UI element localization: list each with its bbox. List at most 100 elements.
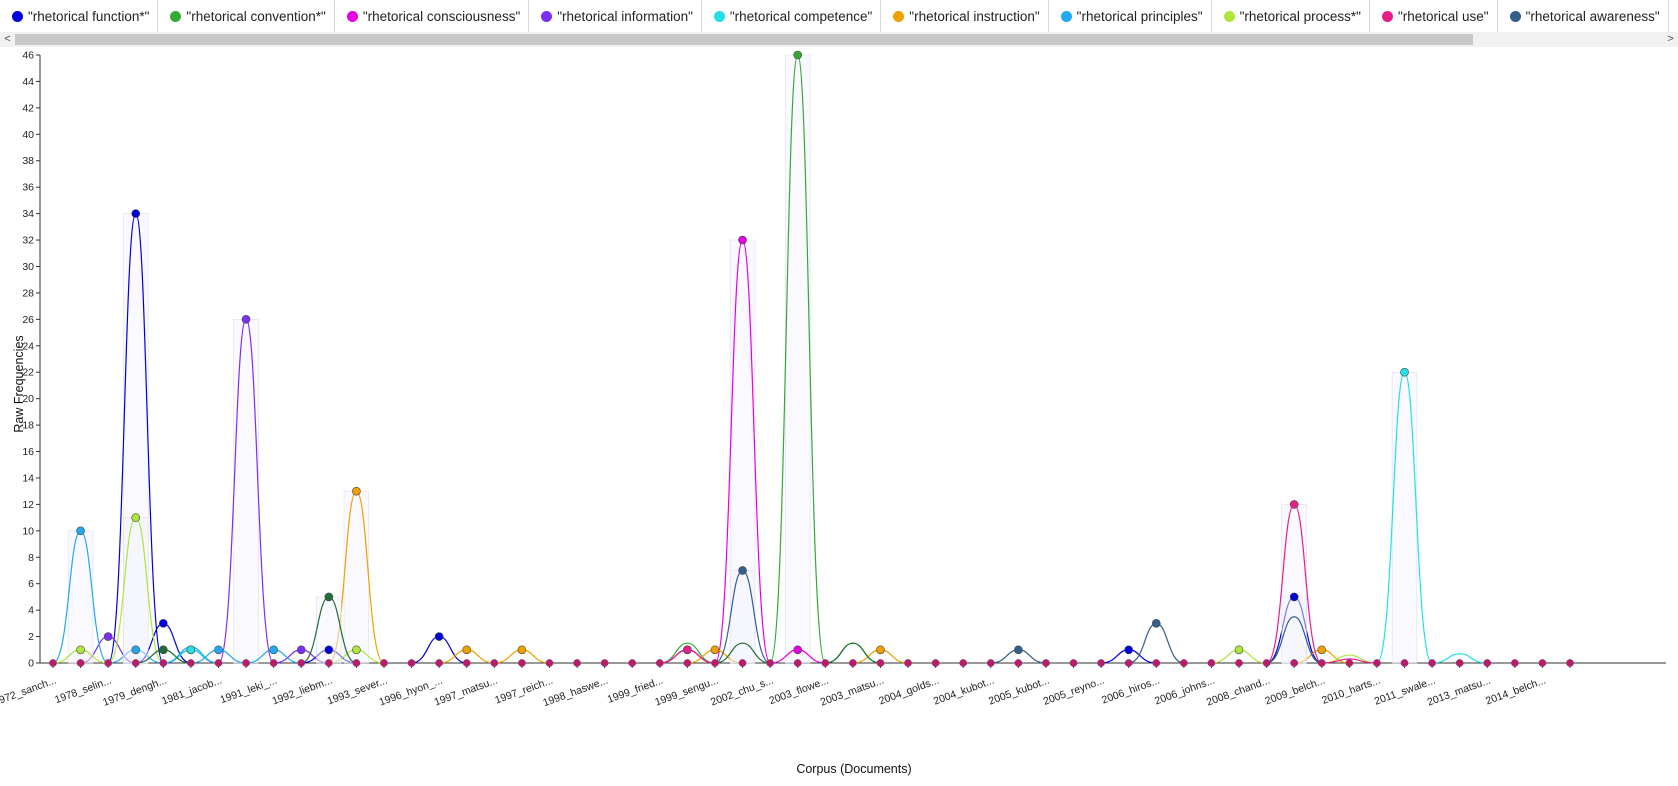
data-point[interactable] [793,645,803,655]
legend-item[interactable]: "rhetorical convention*" [158,0,335,32]
zero-data-point[interactable] [159,659,168,667]
zero-data-point[interactable] [1014,659,1023,667]
zero-data-point[interactable] [435,659,443,667]
zero-data-point[interactable] [1042,659,1050,667]
zero-data-point[interactable] [104,659,113,667]
zero-data-point[interactable] [931,659,940,667]
legend-item[interactable]: "rhetorical consciousness" [335,0,530,32]
data-point[interactable] [76,526,85,536]
zero-data-point[interactable] [1235,659,1243,667]
zero-data-point[interactable] [738,659,747,667]
data-point[interactable] [269,645,278,655]
legend-item[interactable]: "rhetorical competence" [702,0,882,32]
data-point[interactable] [1289,500,1299,509]
zero-data-point[interactable] [1180,659,1188,667]
zero-data-point[interactable] [1510,659,1519,667]
data-point[interactable] [76,645,85,655]
data-point[interactable] [214,645,223,655]
data-point[interactable] [1289,592,1299,602]
zero-data-point[interactable] [131,659,140,667]
data-point[interactable] [241,315,251,324]
zero-data-point[interactable] [1152,659,1161,667]
zero-data-point[interactable] [986,659,995,667]
zero-data-point[interactable] [876,659,885,667]
zero-data-point[interactable] [324,659,333,667]
zero-data-point[interactable] [573,659,581,667]
scroll-thumb[interactable] [15,34,1473,45]
data-point[interactable] [1124,645,1133,655]
zero-data-point[interactable] [490,659,499,667]
zero-data-point[interactable] [187,659,195,667]
zero-data-point[interactable] [655,659,664,667]
data-point[interactable] [131,513,141,522]
data-point[interactable] [131,209,141,218]
zero-data-point[interactable] [821,659,830,667]
zero-data-point[interactable] [352,659,361,667]
zero-data-point[interactable] [1262,659,1271,667]
zero-data-point[interactable] [766,659,774,667]
zero-data-point[interactable] [849,659,857,667]
zero-data-point[interactable] [297,659,306,667]
data-point[interactable] [296,645,306,655]
zero-data-point[interactable] [683,659,692,667]
legend-scrollbar[interactable]: < > [0,32,1678,47]
zero-data-point[interactable] [407,659,416,667]
legend-item[interactable]: "rhetorical function*" [0,0,159,32]
scroll-left-arrow-icon[interactable]: < [0,32,15,47]
zero-data-point[interactable] [380,659,388,667]
data-point[interactable] [103,632,113,641]
zero-data-point[interactable] [959,659,968,667]
data-point[interactable] [1400,367,1409,377]
data-point[interactable] [738,235,747,245]
data-point[interactable] [1151,619,1161,628]
data-point[interactable] [159,645,168,655]
data-point[interactable] [710,645,720,655]
data-point[interactable] [1234,645,1244,655]
zero-data-point[interactable] [1124,659,1133,667]
data-point[interactable] [131,645,141,655]
zero-data-point[interactable] [793,659,802,667]
zero-data-point[interactable] [1345,659,1354,667]
data-point[interactable] [683,645,692,655]
data-point[interactable] [876,645,885,655]
zero-data-point[interactable] [1455,659,1464,667]
zero-data-point[interactable] [269,659,278,667]
data-point[interactable] [517,645,527,655]
zero-data-point[interactable] [1400,659,1409,667]
zero-data-point[interactable] [1483,659,1492,667]
legend-item[interactable]: "rhetorical awareness" [1498,0,1669,32]
zero-data-point[interactable] [462,659,471,667]
zero-data-point[interactable] [1538,659,1547,667]
zero-data-point[interactable] [628,659,637,667]
data-point[interactable] [462,645,472,655]
legend-item[interactable]: "rhetorical principles" [1049,0,1212,32]
data-point[interactable] [434,632,444,641]
zero-data-point[interactable] [214,659,223,667]
zero-data-point[interactable] [76,659,85,667]
zero-data-point[interactable] [600,659,609,667]
zero-data-point[interactable] [1317,659,1326,667]
legend-item[interactable]: "rhetorical instruction" [881,0,1049,32]
data-point[interactable] [1317,645,1327,655]
zero-data-point[interactable] [242,659,250,667]
data-point[interactable] [793,50,803,60]
zero-data-point[interactable] [518,659,526,667]
data-point[interactable] [159,619,168,628]
data-point[interactable] [352,486,361,496]
legend-item[interactable]: "rhetorical process*" [1212,0,1370,32]
legend-item[interactable]: "rhetorical form [1669,0,1678,32]
zero-data-point[interactable] [1069,659,1078,667]
zero-data-point[interactable] [1207,659,1216,667]
zero-data-point[interactable] [545,659,554,667]
zero-data-point[interactable] [1290,659,1299,667]
zero-data-point[interactable] [1373,659,1381,667]
legend-item[interactable]: "rhetorical information" [529,0,702,32]
data-point[interactable] [352,645,361,655]
data-point[interactable] [324,645,334,655]
data-point[interactable] [1014,645,1023,655]
zero-data-point[interactable] [711,659,719,667]
legend-item[interactable]: "rhetorical use" [1370,0,1498,32]
scroll-right-arrow-icon[interactable]: > [1663,32,1678,47]
zero-data-point[interactable] [1566,659,1574,667]
zero-data-point[interactable] [1097,659,1105,667]
